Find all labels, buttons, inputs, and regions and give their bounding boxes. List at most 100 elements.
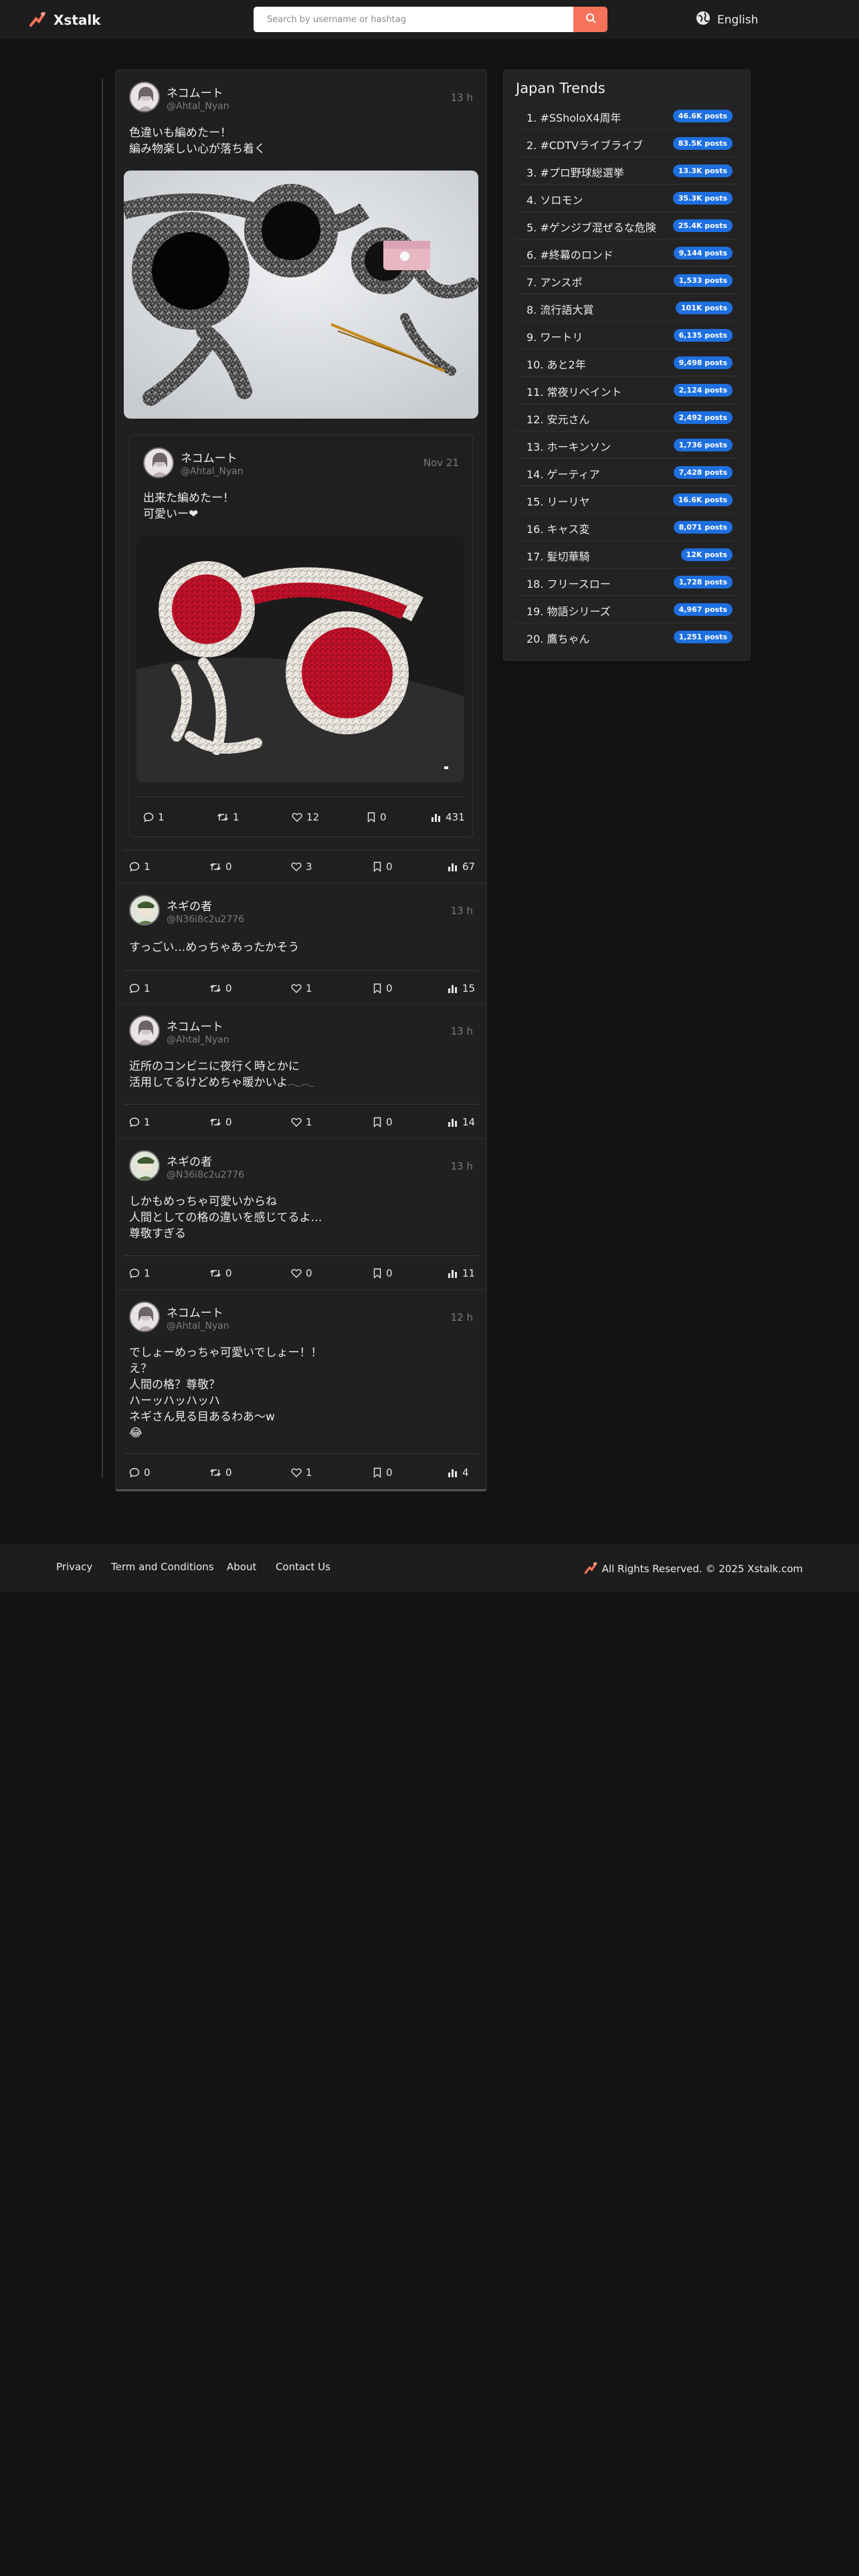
- trend-item[interactable]: 5. #ゲンジブ混ぜるな危険 25.4K posts: [516, 212, 739, 239]
- avatar[interactable]: [129, 1150, 160, 1181]
- views-button[interactable]: 431: [431, 811, 465, 823]
- avatar[interactable]: [143, 447, 174, 478]
- post-text: でしょーめっちゃ可愛いでしょー！！ え？ 人間の格？尊敬？ ハーッハッハッハ ネ…: [129, 1346, 322, 1440]
- bookmark-button[interactable]: 0: [373, 1267, 393, 1279]
- trend-label: 12. 安元さん: [527, 413, 590, 426]
- footer-link-privacy[interactable]: Privacy: [56, 1561, 92, 1573]
- views-icon: [448, 1269, 458, 1278]
- footer-link-contact[interactable]: Contact Us: [276, 1561, 330, 1573]
- bookmark-button[interactable]: 0: [367, 811, 387, 823]
- trend-count-badge: 1,736 posts: [673, 439, 733, 451]
- reply-button[interactable]: 1: [129, 861, 151, 873]
- views-count: 67: [462, 861, 476, 873]
- bookmark-icon: [367, 812, 376, 823]
- like-button[interactable]: 3: [291, 861, 312, 873]
- trend-item[interactable]: 13. ホーキンソン 1,736 posts: [516, 431, 739, 459]
- like-button[interactable]: 1: [291, 1116, 312, 1128]
- post[interactable]: ネコムート @Ahtal_Nyan 13 h 色違いも編めたー！ 編み物楽しい心…: [116, 70, 486, 883]
- feed-rail: [102, 79, 103, 1478]
- trend-item[interactable]: 3. #プロ野球総選挙 13.3K posts: [516, 157, 739, 185]
- post[interactable]: ネコムート @Ahtal_Nyan 13 h 近所のコンビニに夜行く時とかに 活…: [116, 1004, 486, 1139]
- avatar[interactable]: [129, 895, 160, 926]
- trend-item[interactable]: 12. 安元さん 2,492 posts: [516, 404, 739, 431]
- post[interactable]: ネギの者 @N36i8c2u2776 13 h しかもめっちゃ可愛いからね 人間…: [116, 1139, 486, 1290]
- trend-item[interactable]: 8. 流行語大賞 101K posts: [516, 294, 739, 322]
- reply-count: 1: [158, 811, 165, 823]
- views-button[interactable]: 15: [448, 982, 475, 994]
- search-input[interactable]: [254, 7, 573, 32]
- post-image[interactable]: [136, 536, 464, 782]
- views-count: 14: [462, 1116, 476, 1128]
- author-name[interactable]: ネコムート: [167, 1017, 223, 1034]
- like-button[interactable]: 0: [291, 1267, 312, 1279]
- like-button[interactable]: 1: [291, 982, 312, 994]
- author-handle[interactable]: @N36i8c2u2776: [167, 914, 244, 925]
- views-button[interactable]: 67: [448, 861, 475, 873]
- language-selector[interactable]: English: [696, 11, 758, 29]
- quoted-post[interactable]: ネコムート @Ahtal_Nyan Nov 21 出来た編めたー！ 可愛いー❤: [129, 435, 473, 837]
- repost-button[interactable]: 1: [217, 811, 240, 823]
- trend-item[interactable]: 15. リーリヤ 16.6K posts: [516, 486, 739, 514]
- post-actions: 1 1 12 0 431: [143, 811, 465, 825]
- author-name[interactable]: ネコムート: [167, 1303, 223, 1320]
- views-button[interactable]: 4: [448, 1467, 469, 1479]
- like-button[interactable]: 12: [292, 811, 319, 823]
- language-label: English: [717, 13, 759, 27]
- post[interactable]: ネコムート @Ahtal_Nyan 12 h でしょーめっちゃ可愛いでしょー！！…: [116, 1290, 486, 1489]
- author-name[interactable]: ネギの者: [167, 1152, 212, 1169]
- reply-button[interactable]: 1: [129, 1267, 151, 1279]
- trend-item[interactable]: 16. キャス変 8,071 posts: [516, 514, 739, 541]
- repost-button[interactable]: 0: [209, 1267, 232, 1279]
- repost-button[interactable]: 0: [209, 1116, 232, 1128]
- trend-item[interactable]: 9. ワートリ 6,135 posts: [516, 322, 739, 349]
- repost-button[interactable]: 0: [209, 1467, 232, 1479]
- reply-button[interactable]: 1: [129, 982, 151, 994]
- repost-button[interactable]: 0: [209, 982, 232, 994]
- bookmark-button[interactable]: 0: [373, 1116, 393, 1128]
- repost-button[interactable]: 0: [209, 861, 232, 873]
- trend-item[interactable]: 19. 物語シリーズ 4,967 posts: [516, 596, 739, 623]
- trend-item[interactable]: 7. アンスポ 1,533 posts: [516, 267, 739, 294]
- trend-item[interactable]: 6. #終幕のロンド 9,144 posts: [516, 239, 739, 267]
- like-button[interactable]: 1: [291, 1467, 312, 1479]
- trend-item[interactable]: 17. 髪切華騎 12K posts: [516, 541, 739, 568]
- trend-item[interactable]: 2. #CDTVライブライブ 83.5K posts: [516, 130, 739, 157]
- reply-button[interactable]: 1: [129, 1116, 151, 1128]
- author-handle[interactable]: @Ahtal_Nyan: [181, 466, 244, 477]
- search-bar: [254, 7, 607, 32]
- like-count: 12: [306, 811, 320, 823]
- bookmark-button[interactable]: 0: [373, 861, 393, 873]
- bookmark-button[interactable]: 0: [373, 1467, 393, 1479]
- search-button[interactable]: [573, 7, 607, 32]
- logo[interactable]: Xstalk: [28, 9, 101, 31]
- trend-count-badge: 83.5K posts: [672, 137, 733, 150]
- avatar[interactable]: [129, 82, 160, 112]
- author-handle[interactable]: @Ahtal_Nyan: [167, 1035, 229, 1045]
- trend-item[interactable]: 11. 常夜リベイント 2,124 posts: [516, 377, 739, 404]
- author-name[interactable]: ネコムート: [167, 84, 223, 100]
- reply-button[interactable]: 0: [129, 1467, 151, 1479]
- reply-button[interactable]: 1: [143, 811, 165, 823]
- trend-item[interactable]: 4. ソロモン 35.3K posts: [516, 185, 739, 212]
- footer-link-terms[interactable]: Term and Conditions: [111, 1561, 214, 1573]
- author-handle[interactable]: @Ahtal_Nyan: [167, 1321, 229, 1331]
- post[interactable]: ネギの者 @N36i8c2u2776 13 h すっごい…めっちゃあったかそう …: [116, 883, 486, 1004]
- trend-item[interactable]: 10. あと2年 9,498 posts: [516, 349, 739, 377]
- trend-item[interactable]: 14. ゲーティア 7,428 posts: [516, 459, 739, 486]
- author-handle[interactable]: @N36i8c2u2776: [167, 1170, 244, 1180]
- footer-link-about[interactable]: About: [227, 1561, 256, 1573]
- author-name[interactable]: ネギの者: [167, 897, 212, 914]
- avatar[interactable]: [129, 1301, 160, 1332]
- trend-item[interactable]: 1. #SSholoX4周年 46.6K posts: [516, 102, 739, 130]
- trend-item[interactable]: 18. フリースロー 1,728 posts: [516, 568, 739, 596]
- author-name[interactable]: ネコムート: [181, 449, 237, 465]
- trend-item[interactable]: 20. 鷹ちゃん 1,251 posts: [516, 623, 739, 651]
- views-icon: [448, 984, 458, 993]
- reply-icon: [143, 812, 154, 823]
- views-button[interactable]: 11: [448, 1267, 475, 1279]
- author-handle[interactable]: @Ahtal_Nyan: [167, 101, 229, 112]
- views-button[interactable]: 14: [448, 1116, 475, 1128]
- avatar[interactable]: [129, 1015, 160, 1046]
- bookmark-button[interactable]: 0: [373, 982, 393, 994]
- post-image[interactable]: [124, 171, 478, 419]
